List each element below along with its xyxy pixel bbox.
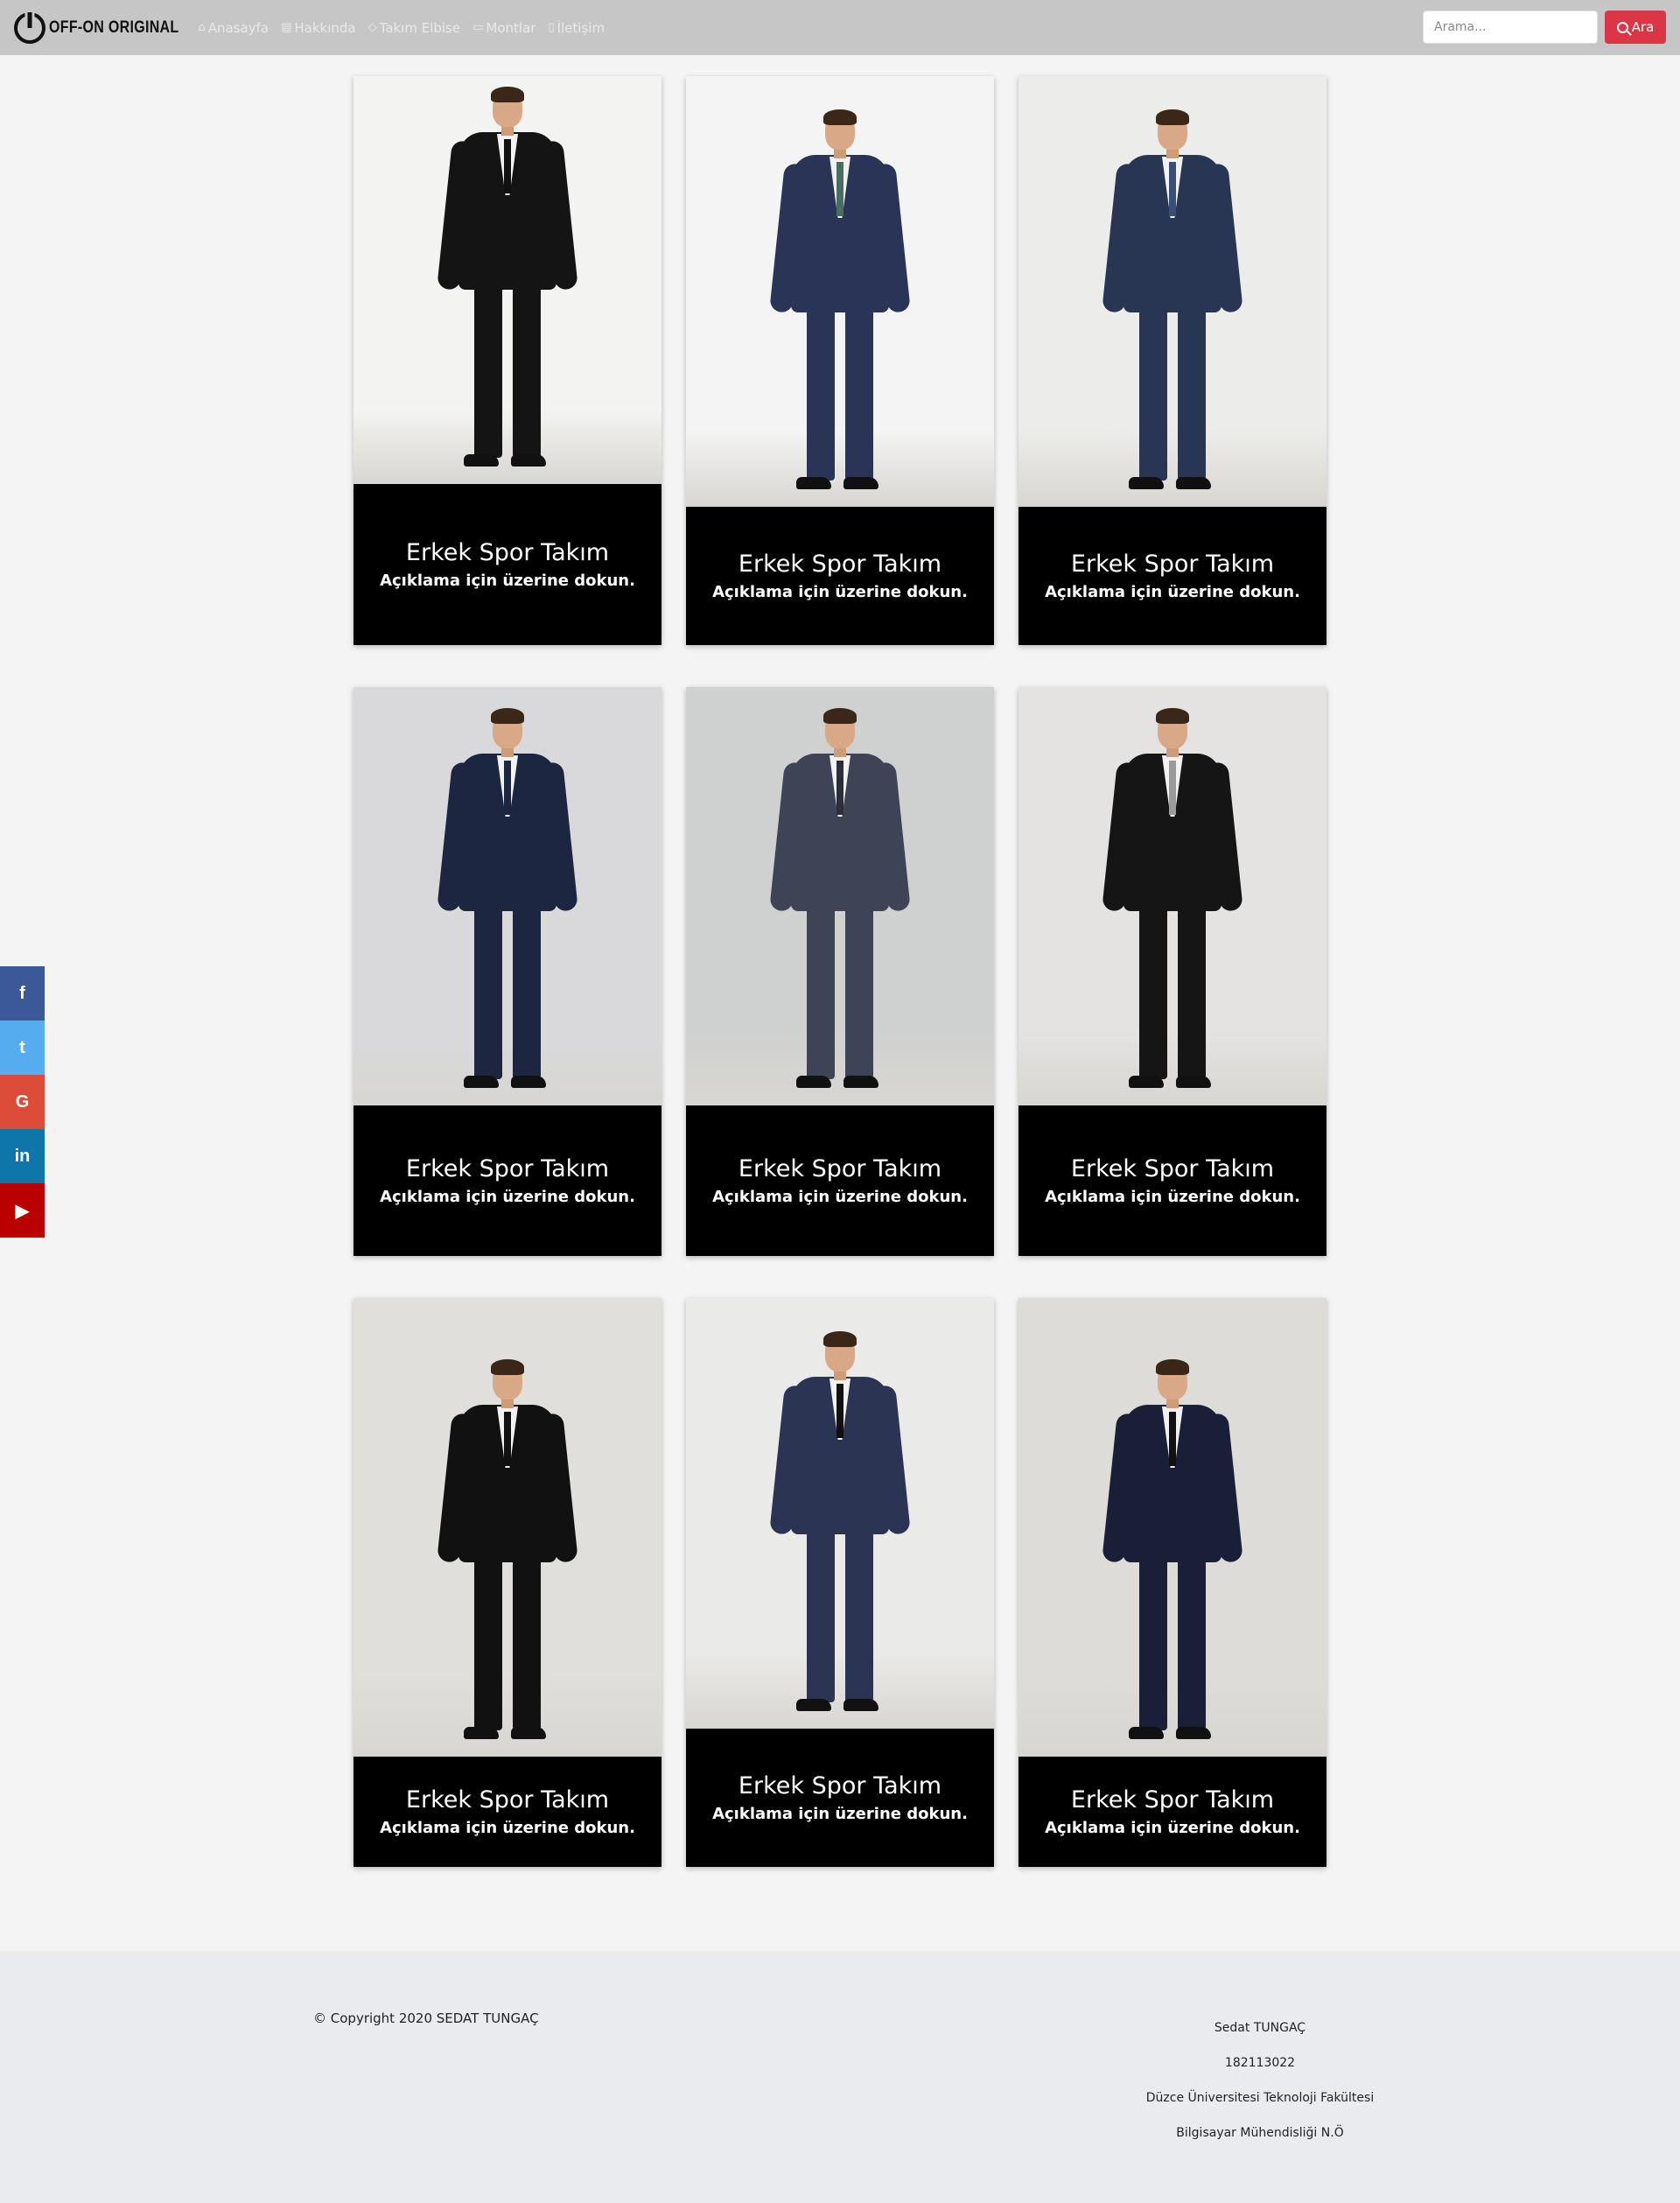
- nav-label: Anasayfa: [207, 19, 270, 36]
- power-icon: [14, 11, 46, 44]
- product-title: Erkek Spor Takım: [1070, 1786, 1275, 1814]
- product-title: Erkek Spor Takım: [405, 539, 610, 566]
- footer-info: Sedat TUNGAÇ 182113022 Düzce Üniversites…: [1129, 2010, 1391, 2150]
- product-card[interactable]: Erkek Spor Takım Açıklama için üzerine do…: [1018, 1298, 1326, 1867]
- nav-links: ⌂ Anasayfa ▤ Hakkında ◇ Takım Elbise ▭ M…: [198, 20, 605, 36]
- model-figure: [769, 1331, 911, 1720]
- product-title: Erkek Spor Takım: [738, 1155, 942, 1182]
- model-figure: [437, 87, 578, 475]
- product-image[interactable]: [354, 1298, 662, 1757]
- search-input[interactable]: [1423, 11, 1598, 44]
- footer-info-department: Bilgisayar Mühendisliği N.Ö: [1176, 2126, 1344, 2140]
- model-figure: [769, 708, 911, 1097]
- product-caption[interactable]: Erkek Spor Takım Açıklama için üzerine do…: [1018, 507, 1326, 645]
- product-image[interactable]: [1018, 76, 1326, 507]
- facebook-link[interactable]: f: [0, 966, 45, 1021]
- model-figure: [1102, 109, 1243, 498]
- search-button-label: Ara: [1631, 19, 1655, 35]
- product-caption[interactable]: Erkek Spor Takım Açıklama için üzerine do…: [1018, 1105, 1326, 1256]
- product-image[interactable]: [686, 687, 994, 1105]
- footer-info-name: Sedat TUNGAÇ: [1214, 2021, 1306, 2035]
- phone-icon: ▯: [548, 21, 555, 34]
- home-icon: ⌂: [198, 21, 206, 34]
- copyright-text: © Copyright 2020 SEDAT TUNGAÇ: [313, 2010, 539, 2026]
- jacket-icon: ▭: [472, 21, 484, 34]
- product-card[interactable]: Erkek Spor Takım Açıklama için üzerine do…: [354, 687, 662, 1256]
- footer-info-faculty: Düzce Üniversitesi Teknoloji Fakültesi: [1145, 2091, 1375, 2105]
- nav-label: Hakkında: [294, 19, 356, 36]
- product-title: Erkek Spor Takım: [1070, 1155, 1275, 1182]
- product-image[interactable]: [1018, 1298, 1326, 1757]
- product-caption[interactable]: Erkek Spor Takım Açıklama için üzerine do…: [1018, 1757, 1326, 1867]
- product-subtitle: Açıklama için üzerine dokun.: [380, 1819, 635, 1837]
- footer: © Copyright 2020 SEDAT TUNGAÇ Sedat TUNG…: [0, 1951, 1680, 2203]
- product-title: Erkek Spor Takım: [738, 551, 942, 578]
- product-caption[interactable]: Erkek Spor Takım Açıklama için üzerine do…: [686, 1105, 994, 1256]
- product-card[interactable]: Erkek Spor Takım Açıklama için üzerine do…: [1018, 76, 1326, 645]
- search-button[interactable]: Ara: [1605, 11, 1666, 44]
- nav-label: İletişim: [556, 19, 606, 36]
- product-image[interactable]: [686, 1298, 994, 1729]
- product-card[interactable]: Erkek Spor Takım Açıklama için üzerine do…: [1018, 687, 1326, 1256]
- product-subtitle: Açıklama için üzerine dokun.: [1045, 1819, 1300, 1837]
- search-form: Ara: [1423, 11, 1666, 44]
- facebook-icon: f: [19, 983, 25, 1003]
- model-figure: [1102, 1359, 1243, 1748]
- product-caption[interactable]: Erkek Spor Takım Açıklama için üzerine do…: [354, 1105, 662, 1256]
- product-caption[interactable]: Erkek Spor Takım Açıklama için üzerine do…: [354, 484, 662, 645]
- product-subtitle: Açıklama için üzerine dokun.: [380, 1188, 635, 1206]
- model-figure: [437, 1359, 578, 1748]
- info-card-icon: ▤: [281, 21, 292, 34]
- nav-item-takim-elbise[interactable]: ◇ Takım Elbise: [368, 20, 460, 36]
- product-subtitle: Açıklama için üzerine dokun.: [380, 572, 635, 590]
- social-sidebar: f t G in ▶: [0, 966, 45, 1238]
- model-figure: [769, 109, 911, 498]
- brand-logo[interactable]: OFF-ON ORIGINAL: [14, 11, 179, 44]
- diamond-icon: ◇: [368, 21, 377, 34]
- product-subtitle: Açıklama için üzerine dokun.: [712, 583, 968, 601]
- nav-item-anasayfa[interactable]: ⌂ Anasayfa: [198, 20, 269, 36]
- youtube-icon: ▶: [15, 1201, 30, 1221]
- product-subtitle: Açıklama için üzerine dokun.: [1045, 1188, 1300, 1206]
- product-title: Erkek Spor Takım: [1070, 551, 1275, 578]
- youtube-link[interactable]: ▶: [0, 1183, 45, 1238]
- brand-name: OFF-ON ORIGINAL: [49, 18, 179, 37]
- google-icon: G: [15, 1091, 30, 1112]
- twitter-link[interactable]: t: [0, 1021, 45, 1075]
- linkedin-link[interactable]: in: [0, 1129, 45, 1183]
- nav-item-montlar[interactable]: ▭ Montlar: [472, 20, 536, 36]
- nav-label: Montlar: [486, 19, 536, 36]
- footer-info-number: 182113022: [1224, 2056, 1296, 2070]
- product-card[interactable]: Erkek Spor Takım Açıklama için üzerine do…: [354, 1298, 662, 1867]
- nav-item-hakkinda[interactable]: ▤ Hakkında: [281, 20, 356, 36]
- product-image[interactable]: [354, 76, 662, 484]
- product-image[interactable]: [1018, 687, 1326, 1105]
- product-title: Erkek Spor Takım: [405, 1786, 610, 1814]
- product-subtitle: Açıklama için üzerine dokun.: [1045, 583, 1300, 601]
- product-title: Erkek Spor Takım: [405, 1155, 610, 1182]
- product-title: Erkek Spor Takım: [738, 1772, 942, 1800]
- model-figure: [437, 708, 578, 1097]
- search-icon: [1616, 21, 1628, 33]
- product-subtitle: Açıklama için üzerine dokun.: [712, 1188, 968, 1206]
- product-caption[interactable]: Erkek Spor Takım Açıklama için üzerine do…: [686, 1729, 994, 1867]
- navbar: OFF-ON ORIGINAL ⌂ Anasayfa ▤ Hakkında ◇ …: [0, 0, 1680, 55]
- product-subtitle: Açıklama için üzerine dokun.: [712, 1805, 968, 1823]
- linkedin-icon: in: [14, 1146, 31, 1166]
- product-image[interactable]: [686, 76, 994, 507]
- product-card[interactable]: Erkek Spor Takım Açıklama için üzerine do…: [686, 687, 994, 1256]
- google-link[interactable]: G: [0, 1075, 45, 1129]
- model-figure: [1102, 708, 1243, 1097]
- product-caption[interactable]: Erkek Spor Takım Açıklama için üzerine do…: [354, 1757, 662, 1867]
- nav-label: Takım Elbise: [379, 19, 461, 36]
- twitter-icon: t: [19, 1037, 25, 1057]
- product-image[interactable]: [354, 687, 662, 1105]
- product-card[interactable]: Erkek Spor Takım Açıklama için üzerine do…: [686, 1298, 994, 1867]
- product-caption[interactable]: Erkek Spor Takım Açıklama için üzerine do…: [686, 507, 994, 645]
- product-card[interactable]: Erkek Spor Takım Açıklama için üzerine do…: [686, 76, 994, 645]
- nav-item-iletisim[interactable]: ▯ İletişim: [548, 20, 605, 36]
- product-card[interactable]: Erkek Spor Takım Açıklama için üzerine do…: [354, 76, 662, 645]
